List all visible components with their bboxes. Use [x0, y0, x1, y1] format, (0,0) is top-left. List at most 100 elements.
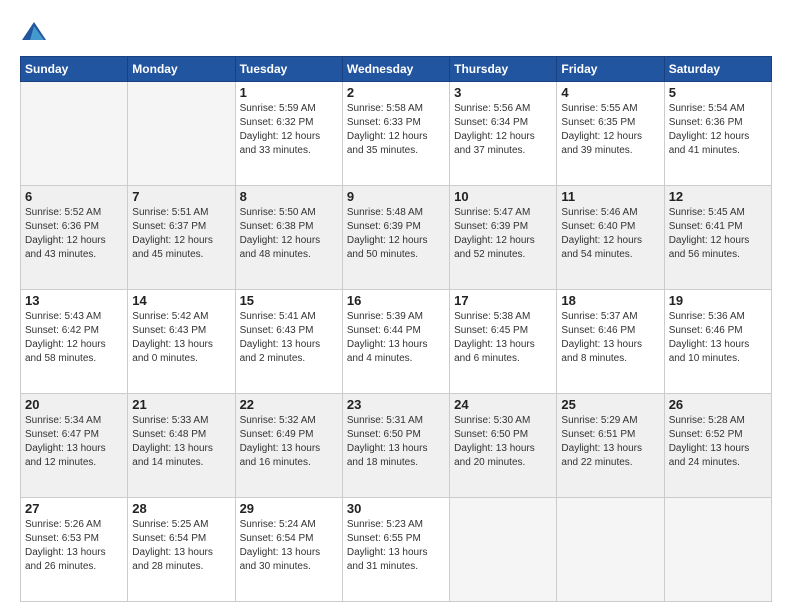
day-number: 23	[347, 397, 445, 412]
day-info: Sunrise: 5:23 AM Sunset: 6:55 PM Dayligh…	[347, 518, 445, 574]
day-info: Sunrise: 5:33 AM Sunset: 6:48 PM Dayligh…	[132, 414, 230, 470]
calendar-cell: 2 Sunrise: 5:58 AM Sunset: 6:33 PM Daylig…	[342, 82, 449, 186]
day-number: 1	[240, 85, 338, 100]
day-info: Sunrise: 5:43 AM Sunset: 6:42 PM Dayligh…	[25, 310, 123, 366]
day-number: 30	[347, 501, 445, 516]
calendar-cell: 5 Sunrise: 5:54 AM Sunset: 6:36 PM Daylig…	[664, 82, 771, 186]
calendar-week-row: 6 Sunrise: 5:52 AM Sunset: 6:36 PM Daylig…	[21, 186, 772, 290]
calendar-cell: 25 Sunrise: 5:29 AM Sunset: 6:51 PM Dayli…	[557, 394, 664, 498]
day-info: Sunrise: 5:54 AM Sunset: 6:36 PM Dayligh…	[669, 102, 767, 158]
weekday-header-sunday: Sunday	[21, 57, 128, 82]
calendar-cell: 28 Sunrise: 5:25 AM Sunset: 6:54 PM Dayli…	[128, 498, 235, 602]
calendar-cell: 18 Sunrise: 5:37 AM Sunset: 6:46 PM Dayli…	[557, 290, 664, 394]
day-info: Sunrise: 5:32 AM Sunset: 6:49 PM Dayligh…	[240, 414, 338, 470]
day-number: 15	[240, 293, 338, 308]
day-info: Sunrise: 5:31 AM Sunset: 6:50 PM Dayligh…	[347, 414, 445, 470]
day-number: 22	[240, 397, 338, 412]
calendar-cell: 11 Sunrise: 5:46 AM Sunset: 6:40 PM Dayli…	[557, 186, 664, 290]
weekday-header-saturday: Saturday	[664, 57, 771, 82]
calendar-cell: 12Sunrise: 5:45 AM Sunset: 6:41 PM Dayli…	[664, 186, 771, 290]
calendar-cell: 3 Sunrise: 5:56 AM Sunset: 6:34 PM Daylig…	[450, 82, 557, 186]
day-info: Sunrise: 5:52 AM Sunset: 6:36 PM Dayligh…	[25, 206, 123, 262]
day-number: 5	[669, 85, 767, 100]
weekday-header-monday: Monday	[128, 57, 235, 82]
day-info: Sunrise: 5:56 AM Sunset: 6:34 PM Dayligh…	[454, 102, 552, 158]
day-number: 10	[454, 189, 552, 204]
calendar-cell: 16 Sunrise: 5:39 AM Sunset: 6:44 PM Dayli…	[342, 290, 449, 394]
calendar-cell: 22 Sunrise: 5:32 AM Sunset: 6:49 PM Dayli…	[235, 394, 342, 498]
header	[20, 18, 772, 46]
calendar-cell	[450, 498, 557, 602]
day-info: Sunrise: 5:38 AM Sunset: 6:45 PM Dayligh…	[454, 310, 552, 366]
calendar-cell: 17 Sunrise: 5:38 AM Sunset: 6:45 PM Dayli…	[450, 290, 557, 394]
calendar-cell: 23 Sunrise: 5:31 AM Sunset: 6:50 PM Dayli…	[342, 394, 449, 498]
day-info: Sunrise: 5:58 AM Sunset: 6:33 PM Dayligh…	[347, 102, 445, 158]
calendar-cell: 30 Sunrise: 5:23 AM Sunset: 6:55 PM Dayli…	[342, 498, 449, 602]
day-info: Sunrise: 5:46 AM Sunset: 6:40 PM Dayligh…	[561, 206, 659, 262]
day-number: 13	[25, 293, 123, 308]
calendar-cell	[128, 82, 235, 186]
day-number: 4	[561, 85, 659, 100]
day-number: 11	[561, 189, 659, 204]
day-info: Sunrise: 5:59 AM Sunset: 6:32 PM Dayligh…	[240, 102, 338, 158]
calendar-cell: 8 Sunrise: 5:50 AM Sunset: 6:38 PM Daylig…	[235, 186, 342, 290]
weekday-header-thursday: Thursday	[450, 57, 557, 82]
calendar-cell: 6 Sunrise: 5:52 AM Sunset: 6:36 PM Daylig…	[21, 186, 128, 290]
day-number: 16	[347, 293, 445, 308]
day-info: Sunrise: 5:37 AM Sunset: 6:46 PM Dayligh…	[561, 310, 659, 366]
day-info: Sunrise: 5:39 AM Sunset: 6:44 PM Dayligh…	[347, 310, 445, 366]
day-info: Sunrise: 5:48 AM Sunset: 6:39 PM Dayligh…	[347, 206, 445, 262]
day-info: Sunrise: 5:36 AM Sunset: 6:46 PM Dayligh…	[669, 310, 767, 366]
day-number: 3	[454, 85, 552, 100]
calendar-cell: 4Sunrise: 5:55 AM Sunset: 6:35 PM Daylig…	[557, 82, 664, 186]
logo-icon	[20, 18, 48, 46]
day-info: Sunrise: 5:29 AM Sunset: 6:51 PM Dayligh…	[561, 414, 659, 470]
day-number: 2	[347, 85, 445, 100]
calendar-week-row: 27 Sunrise: 5:26 AM Sunset: 6:53 PM Dayli…	[21, 498, 772, 602]
calendar-week-row: 13 Sunrise: 5:43 AM Sunset: 6:42 PM Dayli…	[21, 290, 772, 394]
day-info: Sunrise: 5:34 AM Sunset: 6:47 PM Dayligh…	[25, 414, 123, 470]
calendar-cell: 21Sunrise: 5:33 AM Sunset: 6:48 PM Dayli…	[128, 394, 235, 498]
logo	[20, 18, 52, 46]
weekday-header-friday: Friday	[557, 57, 664, 82]
calendar-cell: 19 Sunrise: 5:36 AM Sunset: 6:46 PM Dayli…	[664, 290, 771, 394]
day-number: 29	[240, 501, 338, 516]
day-number: 18	[561, 293, 659, 308]
calendar-cell: 9 Sunrise: 5:48 AM Sunset: 6:39 PM Daylig…	[342, 186, 449, 290]
calendar-cell: 20 Sunrise: 5:34 AM Sunset: 6:47 PM Dayli…	[21, 394, 128, 498]
day-info: Sunrise: 5:45 AM Sunset: 6:41 PM Dayligh…	[669, 206, 767, 262]
calendar-week-row: 20 Sunrise: 5:34 AM Sunset: 6:47 PM Dayli…	[21, 394, 772, 498]
day-number: 20	[25, 397, 123, 412]
day-info: Sunrise: 5:42 AM Sunset: 6:43 PM Dayligh…	[132, 310, 230, 366]
day-info: Sunrise: 5:50 AM Sunset: 6:38 PM Dayligh…	[240, 206, 338, 262]
day-number: 14	[132, 293, 230, 308]
day-info: Sunrise: 5:51 AM Sunset: 6:37 PM Dayligh…	[132, 206, 230, 262]
calendar-cell: 1 Sunrise: 5:59 AM Sunset: 6:32 PM Daylig…	[235, 82, 342, 186]
day-number: 19	[669, 293, 767, 308]
day-info: Sunrise: 5:47 AM Sunset: 6:39 PM Dayligh…	[454, 206, 552, 262]
calendar-cell: 7Sunrise: 5:51 AM Sunset: 6:37 PM Daylig…	[128, 186, 235, 290]
day-number: 8	[240, 189, 338, 204]
weekday-header-tuesday: Tuesday	[235, 57, 342, 82]
day-number: 17	[454, 293, 552, 308]
day-number: 25	[561, 397, 659, 412]
calendar-cell: 15Sunrise: 5:41 AM Sunset: 6:43 PM Dayli…	[235, 290, 342, 394]
day-info: Sunrise: 5:24 AM Sunset: 6:54 PM Dayligh…	[240, 518, 338, 574]
calendar-cell: 26Sunrise: 5:28 AM Sunset: 6:52 PM Dayli…	[664, 394, 771, 498]
day-info: Sunrise: 5:26 AM Sunset: 6:53 PM Dayligh…	[25, 518, 123, 574]
day-info: Sunrise: 5:25 AM Sunset: 6:54 PM Dayligh…	[132, 518, 230, 574]
calendar-cell: 29 Sunrise: 5:24 AM Sunset: 6:54 PM Dayli…	[235, 498, 342, 602]
day-number: 24	[454, 397, 552, 412]
calendar-cell: 10 Sunrise: 5:47 AM Sunset: 6:39 PM Dayli…	[450, 186, 557, 290]
calendar-cell	[557, 498, 664, 602]
day-number: 28	[132, 501, 230, 516]
day-info: Sunrise: 5:28 AM Sunset: 6:52 PM Dayligh…	[669, 414, 767, 470]
calendar-cell	[21, 82, 128, 186]
calendar-cell: 24Sunrise: 5:30 AM Sunset: 6:50 PM Dayli…	[450, 394, 557, 498]
calendar-cell: 13 Sunrise: 5:43 AM Sunset: 6:42 PM Dayli…	[21, 290, 128, 394]
day-number: 6	[25, 189, 123, 204]
calendar-cell: 14 Sunrise: 5:42 AM Sunset: 6:43 PM Dayli…	[128, 290, 235, 394]
day-number: 9	[347, 189, 445, 204]
day-number: 27	[25, 501, 123, 516]
calendar-week-row: 1 Sunrise: 5:59 AM Sunset: 6:32 PM Daylig…	[21, 82, 772, 186]
